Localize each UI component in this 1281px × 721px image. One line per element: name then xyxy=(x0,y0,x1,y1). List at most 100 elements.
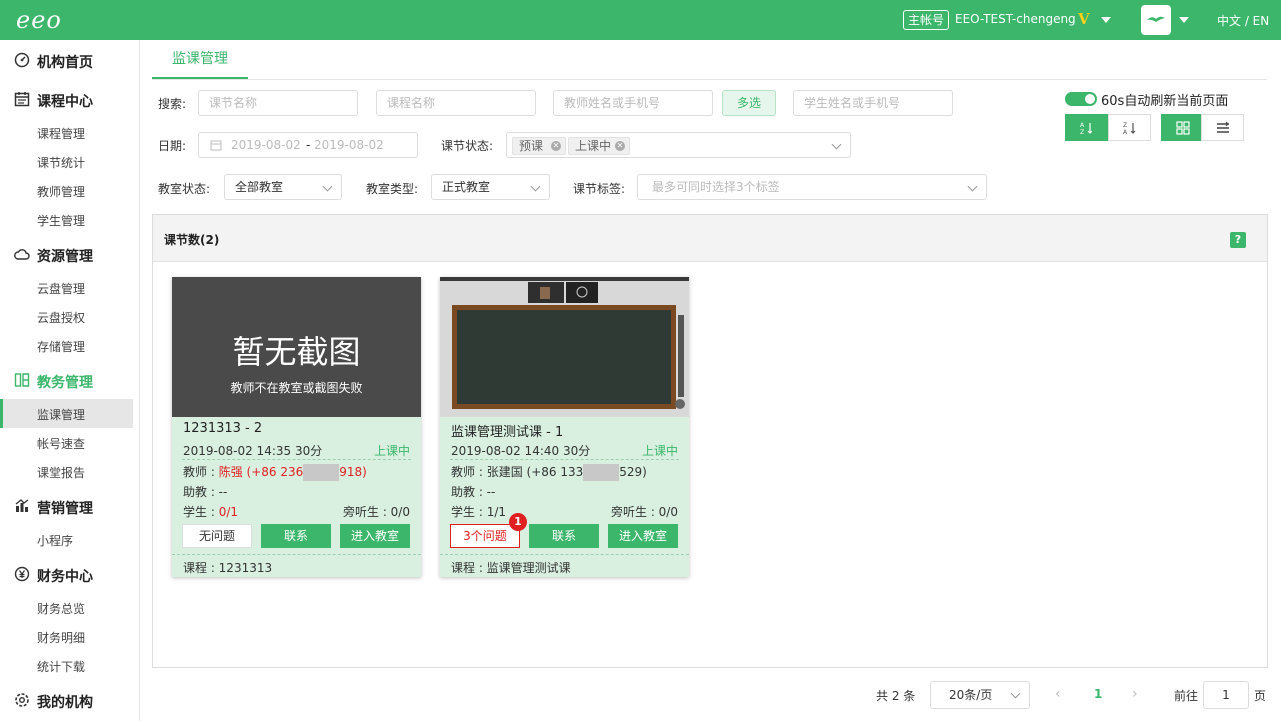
sidebar-item-label: 教师管理 xyxy=(37,185,86,199)
date-range-picker[interactable]: 2019-08-02 - 2019-08-02 xyxy=(198,132,418,158)
remove-tag-icon[interactable]: ✕ xyxy=(615,141,625,151)
teacher-search-input[interactable]: 教师姓名或手机号 xyxy=(553,90,713,116)
tab-lesson-monitor[interactable]: 监课管理 xyxy=(152,40,248,79)
sidebar-item-student-management[interactable]: 学生管理 xyxy=(0,205,133,234)
sidebar-group-teaching[interactable]: 教务管理 xyxy=(0,361,140,399)
settings-icon xyxy=(15,693,29,707)
account-chevron-down-icon[interactable] xyxy=(1101,17,1111,23)
sidebar-group-my-org[interactable]: 我的机构 xyxy=(0,681,140,719)
student-row: 学生 : 1/1 xyxy=(451,505,506,519)
date-separator: - xyxy=(306,138,311,152)
account-name[interactable]: EEO-TEST-chengeng xyxy=(955,12,1076,26)
eeo-logo[interactable]: eeo xyxy=(16,6,62,34)
sidebar-group-label: 资源管理 xyxy=(37,249,93,265)
issue-count-badge: 1 xyxy=(509,513,527,531)
prev-page-icon[interactable]: ‹ xyxy=(1055,686,1061,702)
sidebar-item-cloud-auth[interactable]: 云盘授权 xyxy=(0,302,133,331)
lesson-tag-select[interactable]: 最多可同时选择3个标签 xyxy=(637,174,987,200)
sidebar-item-stats-download[interactable]: 统计下载 xyxy=(0,651,133,680)
lesson-card[interactable]: 暂无截图 教师不在教室或截图失败 1231313 - 2 2019-08-02 … xyxy=(172,277,421,577)
remove-tag-icon[interactable]: ✕ xyxy=(551,141,561,151)
status-tag-preclass: 预课 ✕ xyxy=(512,137,566,155)
auditor-count: 旁听生 : 0/0 xyxy=(611,505,678,519)
grid-view-button[interactable] xyxy=(1161,114,1204,141)
page-number-current[interactable]: 1 xyxy=(1094,687,1102,701)
sidebar-item-lesson-monitor[interactable]: 监课管理 xyxy=(0,399,133,428)
date-end: 2019-08-02 xyxy=(314,138,384,152)
next-page-icon[interactable]: › xyxy=(1132,686,1138,702)
teacher-row: 教师 : 张建国 (+86 133 529) xyxy=(451,464,647,481)
svg-text:Z: Z xyxy=(1123,122,1127,129)
language-switch[interactable]: 中文 / EN xyxy=(1217,12,1269,29)
sidebar-item-account-lookup[interactable]: 帐号速查 xyxy=(0,428,133,457)
room-type-value: 正式教室 xyxy=(442,180,491,194)
chevron-down-icon xyxy=(530,181,541,192)
no-screenshot-reason: 教师不在教室或截图失败 xyxy=(230,381,363,395)
teacher-name[interactable]: 张建国 xyxy=(487,465,523,479)
chevron-down-icon xyxy=(322,181,333,192)
dashboard-icon xyxy=(14,52,30,68)
sidebar-item-teacher-management[interactable]: 教师管理 xyxy=(0,176,133,205)
divider xyxy=(440,554,689,555)
sidebar-group-home[interactable]: 机构首页 xyxy=(0,41,140,79)
room-type-select[interactable]: 正式教室 xyxy=(431,174,550,200)
goto-page-input[interactable]: 1 xyxy=(1203,681,1249,709)
sidebar-group-label: 教务管理 xyxy=(37,375,93,391)
help-icon[interactable]: ? xyxy=(1230,232,1246,248)
avatar[interactable] xyxy=(1141,5,1171,35)
classroom-screenshot[interactable] xyxy=(440,277,689,417)
lesson-name-input[interactable]: 课节名称 xyxy=(198,90,358,116)
enter-classroom-button[interactable]: 进入教室 xyxy=(340,524,410,548)
divider xyxy=(172,554,421,555)
sidebar-item-cloud-disk[interactable]: 云盘管理 xyxy=(0,273,133,302)
screenshot-placeholder[interactable]: 暂无截图 教师不在教室或截图失败 xyxy=(172,277,421,417)
enter-classroom-button[interactable]: 进入教室 xyxy=(608,524,678,548)
lesson-card[interactable]: 监课管理测试课 - 1 2019-08-02 14:40 30分 上课中 教师 … xyxy=(440,277,689,577)
calendar-icon xyxy=(210,140,222,151)
sidebar-item-label: 帐号速查 xyxy=(37,437,86,451)
top-bar: eeo 主帐号 EEO-TEST-chengeng V 中文 / EN xyxy=(0,0,1281,40)
sidebar-item-lesson-stats[interactable]: 课节统计 xyxy=(0,147,133,176)
contact-button[interactable]: 联系 xyxy=(261,524,331,548)
sidebar-group-finance[interactable]: 财务中心 xyxy=(0,555,140,593)
divider xyxy=(182,459,411,460)
chevron-down-icon xyxy=(1010,688,1021,699)
sidebar-item-course-management[interactable]: 课程管理 xyxy=(0,118,133,147)
goto-label: 前往 xyxy=(1174,689,1199,703)
panel-header: 课节数(2) ? xyxy=(153,215,1267,262)
page-size-select[interactable]: 20条/页 xyxy=(930,681,1030,709)
teacher-name[interactable]: 陈强 xyxy=(219,465,243,479)
sort-ascending-button[interactable]: AZ xyxy=(1065,114,1108,141)
avatar-chevron-down-icon[interactable] xyxy=(1179,17,1189,23)
auto-refresh-toggle[interactable] xyxy=(1065,92,1097,106)
sidebar-item-label: 财务总览 xyxy=(37,602,86,616)
sidebar-item-label: 云盘管理 xyxy=(37,282,86,296)
course-name: 课程 : 1231313 xyxy=(183,561,273,575)
sort-descending-button[interactable]: ZA xyxy=(1108,114,1151,141)
course-name-input[interactable]: 课程名称 xyxy=(376,90,536,116)
lesson-status-select[interactable]: 预课 ✕ 上课中 ✕ xyxy=(506,132,851,158)
room-status-label: 教室状态: xyxy=(158,182,211,196)
no-issue-button[interactable]: 无问题 xyxy=(182,524,252,548)
issues-button[interactable]: 3个问题 xyxy=(450,524,520,548)
lesson-datetime: 2019-08-02 14:40 30分 xyxy=(451,444,591,458)
assistant-row: 助教 : -- xyxy=(183,485,228,499)
sidebar-item-label: 云盘授权 xyxy=(37,311,86,325)
sidebar-item-finance-detail[interactable]: 财务明细 xyxy=(0,622,133,651)
student-search-input[interactable]: 学生姓名或手机号 xyxy=(793,90,953,116)
sidebar-group-marketing[interactable]: 营销管理 xyxy=(0,487,140,525)
assistant-row: 助教 : -- xyxy=(451,485,496,499)
sidebar-item-mini-program[interactable]: 小程序 xyxy=(0,525,133,554)
contact-button[interactable]: 联系 xyxy=(529,524,599,548)
sidebar: 机构首页 课程中心 课程管理 课节统计 教师管理 学生管理 资源管理 云盘管理 … xyxy=(0,40,140,721)
sidebar-item-storage[interactable]: 存储管理 xyxy=(0,331,133,360)
sidebar-item-class-report[interactable]: 课堂报告 xyxy=(0,457,133,486)
sidebar-item-finance-overview[interactable]: 财务总览 xyxy=(0,593,133,622)
sidebar-item-label: 学生管理 xyxy=(37,214,86,228)
main-account-badge: 主帐号 xyxy=(903,10,950,30)
multi-select-button[interactable]: 多选 xyxy=(722,90,776,116)
list-view-button[interactable] xyxy=(1201,114,1244,141)
room-status-select[interactable]: 全部教室 xyxy=(224,174,342,200)
sidebar-group-resources[interactable]: 资源管理 xyxy=(0,235,140,273)
sidebar-group-course-center[interactable]: 课程中心 xyxy=(0,80,140,118)
